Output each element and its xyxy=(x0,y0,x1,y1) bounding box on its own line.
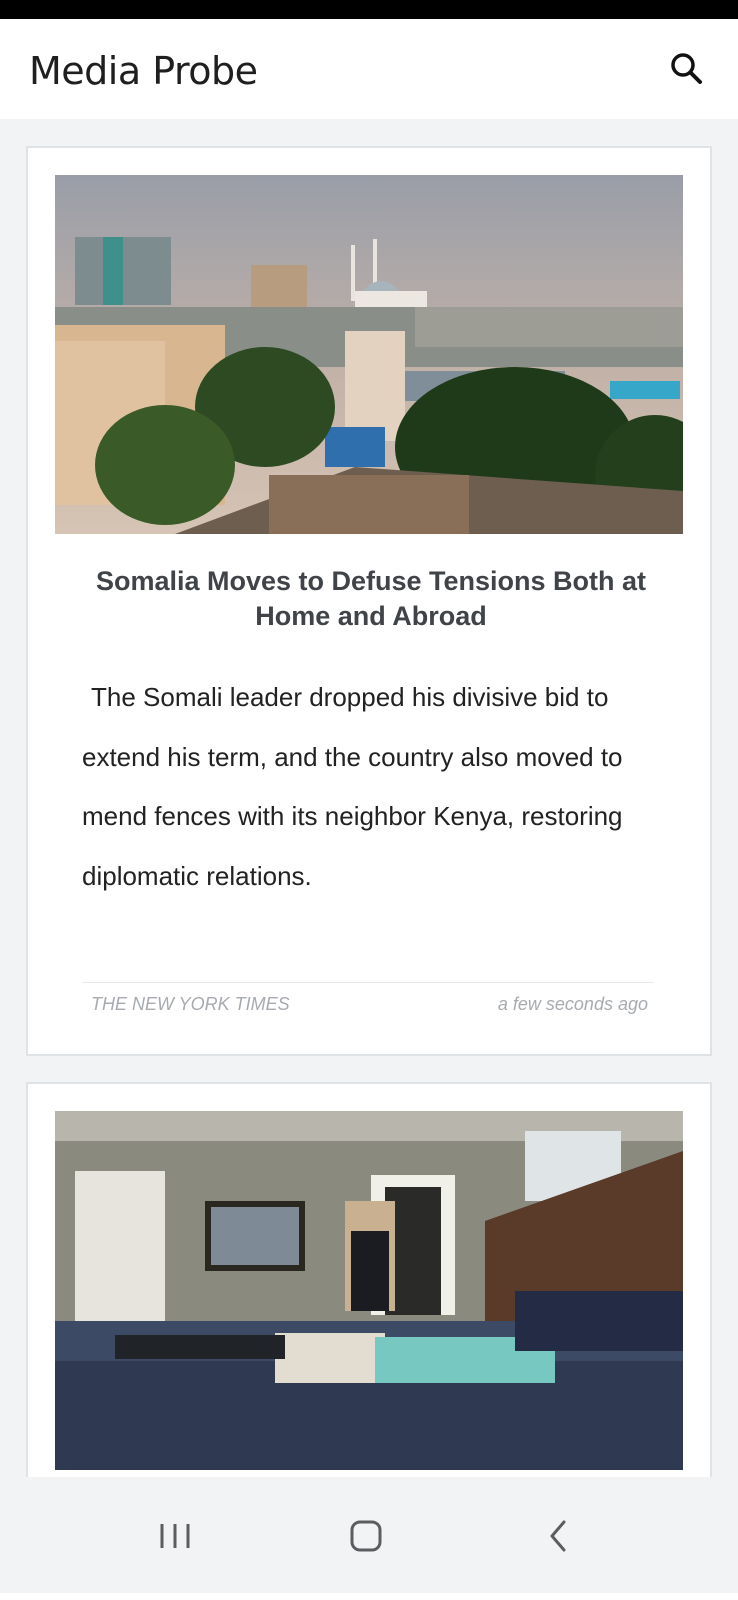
app-title: Media Probe xyxy=(29,49,258,93)
divider xyxy=(82,982,654,983)
article-description: The Somali leader dropped his divisive b… xyxy=(82,682,623,891)
system-navigation-bar xyxy=(0,1477,738,1593)
bedroom-photo xyxy=(55,1111,683,1470)
app-bar: Media Probe xyxy=(0,19,738,119)
search-button[interactable] xyxy=(666,49,710,93)
bottom-edge xyxy=(0,1593,738,1600)
back-icon xyxy=(550,1520,566,1552)
article-card[interactable] xyxy=(26,1082,712,1477)
home-button[interactable] xyxy=(336,1512,396,1560)
recent-apps-icon xyxy=(160,1524,190,1548)
article-card[interactable]: Somalia Moves to Defuse Tensions Both at… xyxy=(26,146,712,1056)
article-image[interactable] xyxy=(55,1111,683,1470)
back-button[interactable] xyxy=(530,1512,590,1560)
search-icon xyxy=(671,53,702,84)
status-bar xyxy=(0,0,738,19)
article-source: THE NEW YORK TIMES xyxy=(91,994,290,1014)
article-timestamp: a few seconds ago xyxy=(497,994,648,1014)
news-feed[interactable]: Somalia Moves to Defuse Tensions Both at… xyxy=(0,119,738,1477)
article-image[interactable] xyxy=(55,175,683,534)
article-title[interactable]: Somalia Moves to Defuse Tensions Both at… xyxy=(78,564,664,634)
home-icon xyxy=(350,1520,382,1552)
city-skyline-photo xyxy=(55,175,683,534)
recent-apps-button[interactable] xyxy=(145,1512,205,1560)
